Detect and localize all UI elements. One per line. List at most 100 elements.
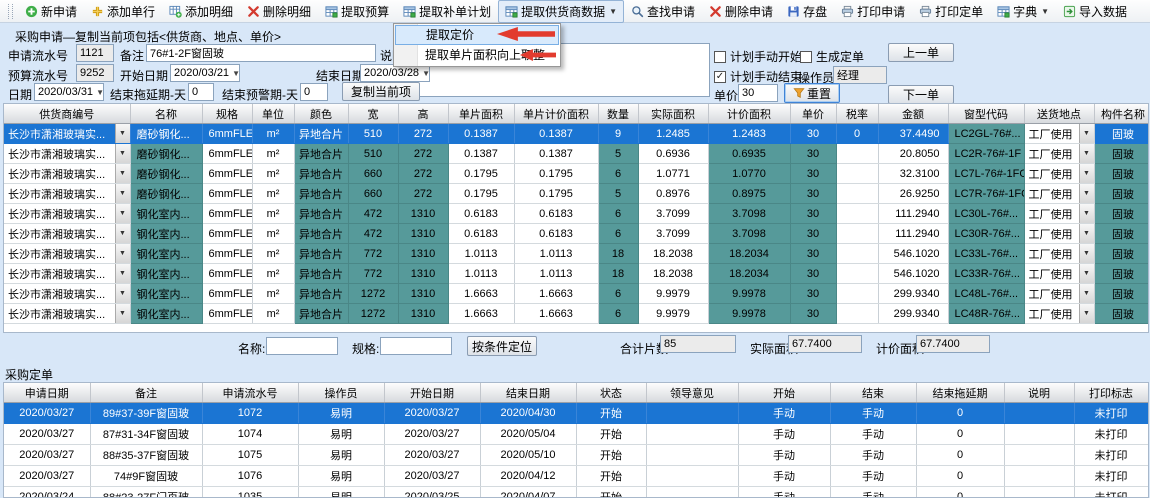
locate-by-condition-button[interactable]: 按条件定位	[467, 336, 537, 356]
grid-row[interactable]: 2020/03/2774#9F窗固玻1076易明2020/03/272020/0…	[4, 466, 1148, 487]
cell-unit_price[interactable]: 30	[790, 124, 836, 144]
find-request-button[interactable]: 查找申请	[624, 0, 702, 23]
cell-piece_price_area[interactable]: 0.1387	[514, 124, 598, 144]
cell-delay[interactable]: 0	[916, 403, 1004, 424]
cell-tax_rate[interactable]	[836, 204, 878, 224]
cell-req_date[interactable]: 2020/03/27	[4, 466, 90, 487]
cell-serial[interactable]: 1072	[202, 403, 298, 424]
cell-qty[interactable]: 18	[598, 244, 638, 264]
cell-piece_price_area[interactable]: 0.6183	[514, 204, 598, 224]
cell-delivery[interactable]: 工厂使用▼	[1024, 264, 1094, 284]
cell-width[interactable]: 510	[348, 144, 398, 164]
grid-row[interactable]: 2020/03/2488#23-27F门页玻1035易明2020/03/2520…	[4, 487, 1148, 498]
cell-serial[interactable]: 1074	[202, 424, 298, 445]
cell-spec[interactable]: 6mmFLE...	[202, 264, 252, 284]
cell-width[interactable]: 660	[348, 184, 398, 204]
col-header-tax_rate[interactable]: 税率	[836, 104, 878, 124]
end-warning-input[interactable]	[300, 83, 328, 101]
cell-height[interactable]: 272	[398, 144, 448, 164]
cell-amount[interactable]: 299.9340	[878, 304, 948, 324]
cell-piece_area[interactable]: 0.1795	[448, 184, 514, 204]
cell-color[interactable]: 异地合片	[294, 244, 348, 264]
col-header-spec[interactable]: 规格	[202, 104, 252, 124]
chevron-down-icon[interactable]: ▼	[1079, 304, 1094, 323]
cell-delay[interactable]: 0	[916, 424, 1004, 445]
cell-window_code[interactable]: LC2R-76#-1F	[948, 144, 1024, 164]
extract-budget-button[interactable]: 提取预算	[318, 0, 396, 23]
generate-order-checkbox[interactable]: 生成定单	[800, 48, 864, 65]
col-header-window_code[interactable]: 窗型代码	[948, 104, 1024, 124]
cell-piece_price_area[interactable]: 1.0113	[514, 264, 598, 284]
cell-start_date[interactable]: 2020/03/27	[384, 445, 480, 466]
col-header-end_date[interactable]: 结束日期	[480, 383, 576, 403]
cell-width[interactable]: 1272	[348, 284, 398, 304]
col-header-supplier[interactable]: 供货商编号	[4, 104, 130, 124]
cell-height[interactable]: 1310	[398, 284, 448, 304]
cell-status[interactable]: 开始	[576, 466, 646, 487]
cell-piece_area[interactable]: 0.1387	[448, 144, 514, 164]
col-header-serial[interactable]: 申请流水号	[202, 383, 298, 403]
cell-unit[interactable]: m²	[252, 204, 294, 224]
cell-unit_price[interactable]: 30	[790, 204, 836, 224]
cell-start_date[interactable]: 2020/03/27	[384, 424, 480, 445]
col-header-delay[interactable]: 结束拖延期	[916, 383, 1004, 403]
cell-unit[interactable]: m²	[252, 224, 294, 244]
cell-print_flag[interactable]: 未打印	[1074, 487, 1148, 498]
cell-actual_area[interactable]: 18.2038	[638, 244, 708, 264]
chevron-down-icon[interactable]: ▼	[1079, 204, 1094, 223]
cell-name[interactable]: 钢化室内...	[130, 264, 202, 284]
cell-window_code[interactable]: LC7R-76#-1FO	[948, 184, 1024, 204]
cell-unit[interactable]: m²	[252, 304, 294, 324]
cell-serial[interactable]: 1075	[202, 445, 298, 466]
cell-print_flag[interactable]: 未打印	[1074, 424, 1148, 445]
cell-end[interactable]: 手动	[830, 424, 916, 445]
chevron-down-icon[interactable]: ▼	[419, 69, 433, 78]
cell-leader_opinion[interactable]	[646, 424, 738, 445]
cell-actual_area[interactable]: 9.9979	[638, 304, 708, 324]
print-request-button[interactable]: 打印申请	[834, 0, 912, 23]
cell-name[interactable]: 磨砂钢化...	[130, 164, 202, 184]
cell-component[interactable]: 固玻	[1094, 144, 1149, 164]
cell-unit_price[interactable]: 30	[790, 184, 836, 204]
col-header-operator[interactable]: 操作员	[298, 383, 384, 403]
cell-note[interactable]: 87#31-34F窗固玻	[90, 424, 202, 445]
cell-window_code[interactable]: LC48L-76#...	[948, 284, 1024, 304]
cell-delay[interactable]: 0	[916, 445, 1004, 466]
cell-window_code[interactable]: LC30L-76#...	[948, 204, 1024, 224]
col-header-start_date[interactable]: 开始日期	[384, 383, 480, 403]
col-header-start[interactable]: 开始	[738, 383, 830, 403]
cell-start_date[interactable]: 2020/03/27	[384, 466, 480, 487]
filter-spec-input[interactable]	[380, 337, 452, 355]
cell-component[interactable]: 固玻	[1094, 244, 1149, 264]
chevron-down-icon[interactable]: ▼	[1079, 264, 1094, 283]
cell-delay[interactable]: 0	[916, 466, 1004, 487]
cell-req_date[interactable]: 2020/03/27	[4, 445, 90, 466]
grid-row[interactable]: 长沙市潇湘玻璃实...▼钢化室内...6mmFLE...m²异地合片772131…	[4, 264, 1149, 284]
cell-remark[interactable]	[1004, 403, 1074, 424]
cell-end[interactable]: 手动	[830, 487, 916, 498]
cell-end[interactable]: 手动	[830, 445, 916, 466]
cell-piece_area[interactable]: 0.6183	[448, 224, 514, 244]
col-header-color[interactable]: 颜色	[294, 104, 348, 124]
budget-serial-input[interactable]	[76, 64, 114, 82]
chevron-down-icon[interactable]: ▼	[229, 69, 243, 78]
cell-name[interactable]: 磨砂钢化...	[130, 184, 202, 204]
cell-delivery[interactable]: 工厂使用▼	[1024, 124, 1094, 144]
grid-row[interactable]: 2020/03/2788#35-37F窗固玻1075易明2020/03/2720…	[4, 445, 1148, 466]
cell-window_code[interactable]: LC48R-76#...	[948, 304, 1024, 324]
cell-spec[interactable]: 6mmFLE...	[202, 204, 252, 224]
cell-status[interactable]: 开始	[576, 403, 646, 424]
cell-supplier[interactable]: 长沙市潇湘玻璃实...▼	[4, 304, 130, 324]
cell-print_flag[interactable]: 未打印	[1074, 445, 1148, 466]
cell-tax_rate[interactable]	[836, 264, 878, 284]
cell-unit[interactable]: m²	[252, 264, 294, 284]
cell-supplier[interactable]: 长沙市潇湘玻璃实...▼	[4, 144, 130, 164]
cell-width[interactable]: 510	[348, 124, 398, 144]
cell-delivery[interactable]: 工厂使用▼	[1024, 244, 1094, 264]
cell-width[interactable]: 472	[348, 224, 398, 244]
cell-amount[interactable]: 26.9250	[878, 184, 948, 204]
grid-row[interactable]: 2020/03/2789#37-39F窗固玻1072易明2020/03/2720…	[4, 403, 1148, 424]
chevron-down-icon[interactable]: ▼	[115, 224, 130, 243]
cell-tax_rate[interactable]	[836, 164, 878, 184]
cell-tax_rate[interactable]	[836, 304, 878, 324]
